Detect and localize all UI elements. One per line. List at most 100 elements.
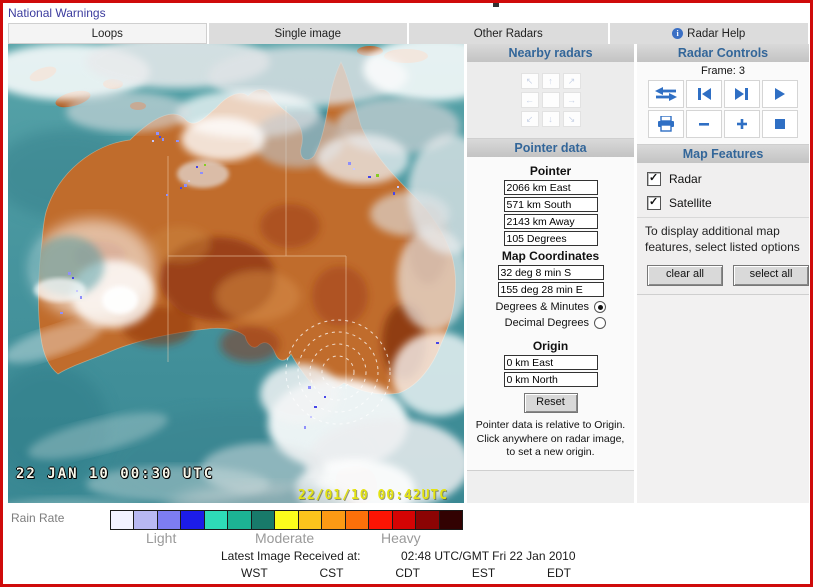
longitude-field[interactable]	[498, 282, 604, 297]
nearby-radar-center[interactable]	[542, 92, 560, 108]
pointer-degrees-field[interactable]	[504, 231, 598, 246]
rain-rate-swatch	[205, 510, 228, 530]
tab-single-image-label: Single image	[275, 28, 341, 40]
nearby-radar-arrow-button[interactable]: ↖	[521, 73, 539, 89]
pointer-south-field[interactable]	[504, 197, 598, 212]
nearby-radar-arrow-button[interactable]: ↑	[542, 73, 560, 89]
print-button[interactable]	[648, 110, 684, 138]
rain-rate-swatch	[110, 510, 134, 530]
degrees-minutes-option[interactable]: Degrees & Minutes	[467, 301, 634, 313]
tab-single-image[interactable]: Single image	[207, 23, 408, 44]
timezone-label: EST	[472, 566, 495, 580]
radar-checkbox-label: Radar	[669, 172, 702, 186]
reset-button[interactable]: Reset	[524, 393, 578, 413]
play-icon	[773, 87, 787, 101]
nearby-radars-panel: Nearby radars ↖↑↗ ← → ↙↓↘	[467, 44, 634, 139]
rain-rate-swatch	[181, 510, 204, 530]
pointer-data-title: Pointer data	[467, 139, 634, 157]
map-features-title: Map Features	[637, 145, 809, 163]
pointer-east-field[interactable]	[504, 180, 598, 195]
timezone-label: EDT	[547, 566, 571, 580]
faster-button[interactable]	[724, 110, 760, 138]
select-all-button[interactable]: select all	[733, 265, 809, 286]
rain-rate-swatch	[369, 510, 392, 530]
timezone-label: CST	[320, 566, 344, 580]
first-frame-button[interactable]	[686, 80, 722, 108]
nearby-radar-arrow-button[interactable]: →	[563, 92, 581, 108]
timezone-label: WST	[241, 566, 268, 580]
intensity-moderate-label: Moderate	[255, 530, 314, 546]
rain-rate-swatch	[275, 510, 298, 530]
pointer-away-field[interactable]	[504, 214, 598, 229]
satellite-feature-option[interactable]: Satellite	[637, 191, 809, 215]
satellite-radar-map[interactable]: 22 JAN 10 00:30 UTC 22/01/10 00:42UTC	[8, 44, 464, 503]
map-features-note: To display additional map features, sele…	[637, 217, 809, 259]
rain-rate-swatch	[252, 510, 275, 530]
rain-rate-swatch	[440, 510, 463, 530]
nearby-radar-arrow-button[interactable]: ↗	[563, 73, 581, 89]
satellite-map-image	[8, 44, 464, 503]
map-coordinates-label: Map Coordinates	[467, 249, 634, 263]
slower-button[interactable]	[686, 110, 722, 138]
origin-label: Origin	[467, 339, 634, 353]
frame-timestamp: 22 JAN 10 00:30 UTC	[16, 466, 214, 482]
nearby-radars-body: ↖↑↗ ← → ↙↓↘	[467, 62, 634, 138]
satellite-timestamp: 22/01/10 00:42UTC	[298, 488, 448, 503]
tab-other-radars-label: Other Radars	[474, 28, 543, 40]
tab-loops[interactable]: Loops	[8, 23, 207, 44]
nearby-radar-arrow-button[interactable]: ↘	[563, 111, 581, 127]
clear-all-button[interactable]: clear all	[647, 265, 723, 286]
nearby-radars-title: Nearby radars	[467, 44, 634, 62]
loop-direction-icon	[655, 86, 677, 102]
pointer-label: Pointer	[467, 164, 634, 178]
map-features-panel: Map Features Radar Satellite To display …	[637, 145, 809, 295]
first-frame-icon	[696, 87, 712, 101]
intensity-heavy-label: Heavy	[381, 530, 421, 546]
middle-column: Nearby radars ↖↑↗ ← → ↙↓↘ Pointer data Poin…	[467, 44, 634, 503]
play-button[interactable]	[762, 80, 798, 108]
origin-north-field[interactable]	[504, 372, 598, 387]
stop-button[interactable]	[762, 110, 798, 138]
nearby-radar-arrow-button[interactable]: ←	[521, 92, 539, 108]
national-warnings-link[interactable]: National Warnings	[8, 6, 106, 20]
latitude-field[interactable]	[498, 265, 604, 280]
timezone-row: WSTCSTCDTESTEDT	[241, 566, 571, 580]
satellite-checkbox-label: Satellite	[669, 196, 712, 210]
minus-icon	[697, 117, 711, 131]
radar-feature-option[interactable]: Radar	[637, 167, 809, 191]
page-title-artifact	[493, 3, 499, 7]
decimal-degrees-option[interactable]: Decimal Degrees	[467, 317, 634, 329]
latest-image-label: Latest Image Received at:	[221, 549, 360, 563]
nearby-radar-grid: ↖↑↗ ← → ↙↓↘	[521, 73, 581, 127]
frame-counter: Frame: 3	[637, 65, 809, 77]
satellite-checkbox[interactable]	[647, 196, 661, 210]
rain-rate-swatch	[322, 510, 345, 530]
origin-east-field[interactable]	[504, 355, 598, 370]
stop-icon	[774, 118, 786, 130]
radar-checkbox[interactable]	[647, 172, 661, 186]
nearby-radar-arrow-button[interactable]: ↓	[542, 111, 560, 127]
radar-viewer-page: National Warnings Loops Single image Oth…	[0, 0, 813, 587]
latest-image-timestamp: 02:48 UTC/GMT Fri 22 Jan 2010	[401, 549, 576, 563]
tab-bar: Loops Single image Other Radars i Radar …	[8, 23, 808, 44]
degrees-minutes-label: Degrees & Minutes	[495, 301, 589, 313]
rain-rate-scale	[110, 510, 463, 530]
rain-rate-swatch	[299, 510, 322, 530]
tab-radar-help[interactable]: i Radar Help	[608, 23, 809, 44]
rain-rate-swatch	[158, 510, 181, 530]
radar-controls-title: Radar Controls	[637, 44, 809, 62]
rain-rate-label: Rain Rate	[11, 511, 64, 525]
rain-rate-swatch	[134, 510, 157, 530]
last-frame-button[interactable]	[724, 80, 760, 108]
decimal-degrees-radio[interactable]	[594, 317, 606, 329]
plus-icon	[735, 117, 749, 131]
radar-controls-panel: Radar Controls Frame: 3	[637, 44, 809, 145]
print-icon	[657, 116, 675, 132]
right-column: Radar Controls Frame: 3	[637, 44, 809, 503]
rain-rate-swatch	[228, 510, 251, 530]
tab-other-radars[interactable]: Other Radars	[407, 23, 608, 44]
degrees-minutes-radio[interactable]	[594, 301, 606, 313]
rain-rate-swatch	[346, 510, 369, 530]
nearby-radar-arrow-button[interactable]: ↙	[521, 111, 539, 127]
loop-direction-button[interactable]	[648, 80, 684, 108]
